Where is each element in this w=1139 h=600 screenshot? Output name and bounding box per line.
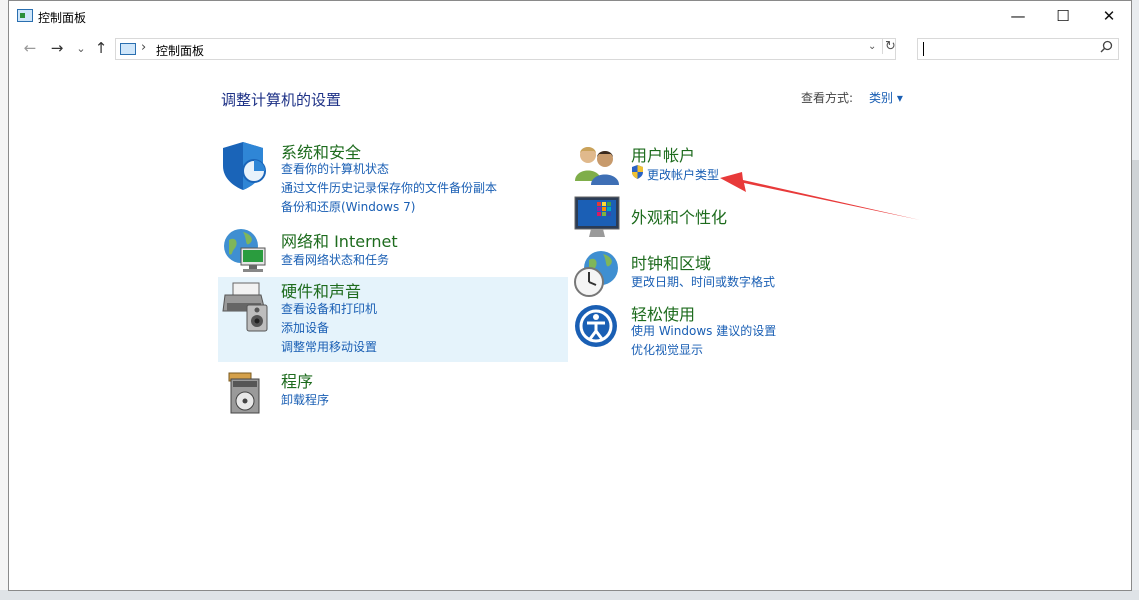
up-arrow-icon[interactable]: ↑ (91, 38, 111, 58)
forward-arrow-icon[interactable]: → (47, 38, 67, 58)
link-file-history-backup[interactable]: 通过文件历史记录保存你的文件备份副本 (281, 179, 497, 196)
control-panel-window: 控制面板 — ☐ ✕ ← → ⌄ ↑ › 控制面板 ⌄ ↻ 调整计算机的设置 查… (8, 0, 1132, 591)
back-arrow-icon[interactable]: ← (20, 38, 40, 58)
refresh-icon[interactable]: ↻ (882, 39, 896, 54)
link-mobility-settings[interactable]: 调整常用移动设置 (281, 338, 377, 355)
window-title: 控制面板 (38, 11, 87, 25)
link-add-device[interactable]: 添加设备 (281, 319, 329, 336)
uac-shield-icon (632, 165, 643, 179)
link-devices-printers[interactable]: 查看设备和打印机 (281, 300, 377, 317)
breadcrumb-separator-icon[interactable]: › (141, 40, 146, 55)
close-button[interactable]: ✕ (1086, 1, 1132, 31)
category-programs[interactable]: 程序 (281, 368, 313, 392)
category-clock-region[interactable]: 时钟和区域 (631, 250, 711, 274)
search-input[interactable] (917, 38, 1119, 60)
address-bar[interactable]: › 控制面板 ⌄ ↻ (115, 38, 896, 60)
link-change-account-type[interactable]: 更改帐户类型 (647, 166, 719, 183)
link-uninstall-program[interactable]: 卸载程序 (281, 391, 329, 408)
chevron-down-icon[interactable]: ⌄ (868, 41, 876, 52)
link-view-computer-status[interactable]: 查看你的计算机状态 (281, 160, 389, 177)
breadcrumb-control-panel[interactable]: 控制面板 (156, 42, 204, 59)
recent-locations-icon[interactable]: ⌄ (71, 38, 91, 58)
minimize-button[interactable]: — (995, 1, 1041, 31)
background-bottom-strip (0, 590, 1139, 600)
link-optimize-visual[interactable]: 优化视觉显示 (631, 341, 703, 358)
text-caret (923, 42, 924, 56)
dropdown-caret-icon: ▾ (896, 91, 903, 105)
background-window-edge (0, 0, 8, 600)
link-date-time-format[interactable]: 更改日期、时间或数字格式 (631, 273, 775, 290)
link-network-status[interactable]: 查看网络状态和任务 (281, 251, 389, 268)
programs-icon[interactable] (221, 367, 273, 419)
category-user-accounts[interactable]: 用户帐户 (631, 142, 695, 166)
link-windows-recommended[interactable]: 使用 Windows 建议的设置 (631, 322, 776, 339)
printer-speaker-icon[interactable] (221, 281, 273, 333)
view-by-value: 类别 (869, 91, 894, 105)
appearance-monitor-icon[interactable] (573, 193, 625, 245)
view-by-label: 查看方式: (801, 91, 854, 105)
link-backup-restore[interactable]: 备份和还原(Windows 7) (281, 198, 415, 215)
users-icon[interactable] (573, 141, 625, 193)
maximize-button[interactable]: ☐ (1040, 1, 1086, 31)
category-hardware-sound[interactable]: 硬件和声音 (281, 278, 361, 302)
control-panel-icon (17, 9, 33, 22)
ease-of-access-icon[interactable] (573, 303, 625, 355)
title-bar: 控制面板 — ☐ ✕ (9, 1, 1131, 32)
navigation-bar: ← → ⌄ ↑ › 控制面板 ⌄ ↻ (9, 32, 1131, 64)
category-network-internet[interactable]: 网络和 Internet (281, 228, 398, 252)
shield-icon[interactable] (221, 140, 273, 192)
search-icon[interactable] (1100, 40, 1113, 57)
page-title: 调整计算机的设置 (221, 91, 342, 109)
clock-globe-icon[interactable] (573, 248, 625, 300)
network-globe-icon[interactable] (221, 226, 273, 278)
view-by-dropdown[interactable]: 类别 ▾ (869, 89, 903, 106)
background-window-edge-right (1131, 160, 1139, 430)
control-panel-icon (120, 43, 136, 55)
category-appearance[interactable]: 外观和个性化 (631, 204, 727, 228)
